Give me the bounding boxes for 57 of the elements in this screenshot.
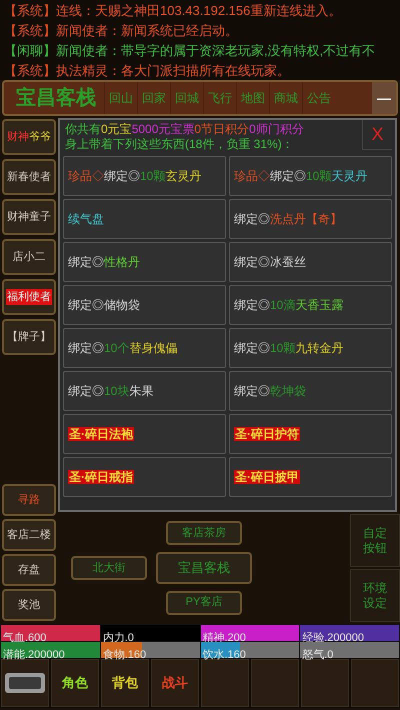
toolbar-slot[interactable] [251,659,299,707]
current-location-button[interactable]: 宝昌客栈 [156,552,252,584]
stat-label: 精神.200 [202,632,246,644]
inventory-item[interactable]: 绑定◎乾坤袋 [229,371,392,411]
map-exit-button[interactable]: 北大街 [71,556,147,580]
side-button[interactable]: 环境 设定 [350,569,400,622]
inventory-item[interactable]: 绑定◎冰蚕丝 [229,242,392,282]
inventory-item[interactable]: 绑定◎10颗九转金丹 [229,328,392,368]
npc-button[interactable]: 福利使者 [2,279,56,315]
inventory-item[interactable]: 绑定◎性格丹 [63,242,226,282]
npc-button[interactable]: 新春使者 [2,159,56,195]
menu-button[interactable]: 存盘 [2,554,56,586]
stat-label: 饮水.160 [202,649,246,661]
input-panel-icon [4,671,46,695]
inventory-item[interactable]: 圣·碎日戒指 [63,457,226,497]
chat-message: 【闲聊】新闻使者：带导字的属于资深老玩家,没有特权,不过有不 [4,42,376,60]
inventory-item[interactable]: 珍品◇绑定◎10颗天灵丹 [229,156,392,196]
menu-button[interactable]: 奖池 [2,589,56,621]
npc-button[interactable]: 店小二 [2,239,56,275]
npc-button[interactable]: 财神爷爷 [2,119,56,155]
inventory-item[interactable]: 绑定◎10滴天香玉露 [229,285,392,325]
map-exit-button[interactable]: 客店茶房 [166,521,242,546]
toolbar-slot[interactable] [351,659,399,707]
location-title: 宝昌客栈 [16,86,96,111]
stat-label: 潜能.200000 [2,649,65,661]
toolbar-tab[interactable]: 战斗 [151,659,199,707]
inventory-item[interactable]: 绑定◎10块朱果 [63,371,226,411]
toolbar-slot[interactable] [201,659,249,707]
chat-message: 【系统】新闻使者：新闻系统已经启动。 [4,22,239,40]
inventory-item[interactable]: 续气盘 [63,199,226,239]
chat-message: 【系统】执法精灵：各大门派扫描所有在线玩家。 [4,62,291,80]
inventory-item[interactable]: 绑定◎储物袋 [63,285,226,325]
stat-label: 气血.600 [2,632,46,644]
collapse-button[interactable]: — [372,82,396,114]
inventory-item[interactable]: 圣·碎日护符 [229,414,392,454]
inventory-item[interactable]: 绑定◎洗点丹【奇】 [229,199,392,239]
stat-label: 怒气.0 [301,649,334,661]
npc-button[interactable]: 【牌子】 [2,319,56,355]
inventory-item[interactable]: 珍品◇绑定◎10颗玄灵丹 [63,156,226,196]
currency-summary: 你共有0元宝5000元宝票0节日积分0师门积分 [65,122,305,137]
inventory-item[interactable]: 圣·碎日法袍 [63,414,226,454]
inventory-item[interactable]: 圣·碎日披甲 [229,457,392,497]
inventory-item[interactable]: 绑定◎10个替身傀儡 [63,328,226,368]
stat-label: 内力.0 [102,632,134,644]
map-exit-button[interactable]: PY客店 [166,590,242,615]
command-input-button[interactable] [1,659,49,707]
npc-button[interactable]: 财神童子 [2,199,56,235]
side-button[interactable]: 自定 按钮 [350,514,400,567]
menu-button[interactable]: 寻路 [2,484,56,516]
toolbar-slot[interactable] [301,659,349,707]
toolbar-tab[interactable]: 背包 [101,659,149,707]
stat-label: 经验.200000 [301,632,364,644]
stat-label: 食物.160 [102,649,146,661]
chat-message: 【系统】连线：天赐之神田103.43.192.156重新连线进入。 [4,2,342,20]
load-info: 身上带着下列这些东西(18件，负重 31%)： [65,137,295,152]
menu-button[interactable]: 客店二楼 [2,519,56,551]
toolbar-tab[interactable]: 角色 [51,659,99,707]
